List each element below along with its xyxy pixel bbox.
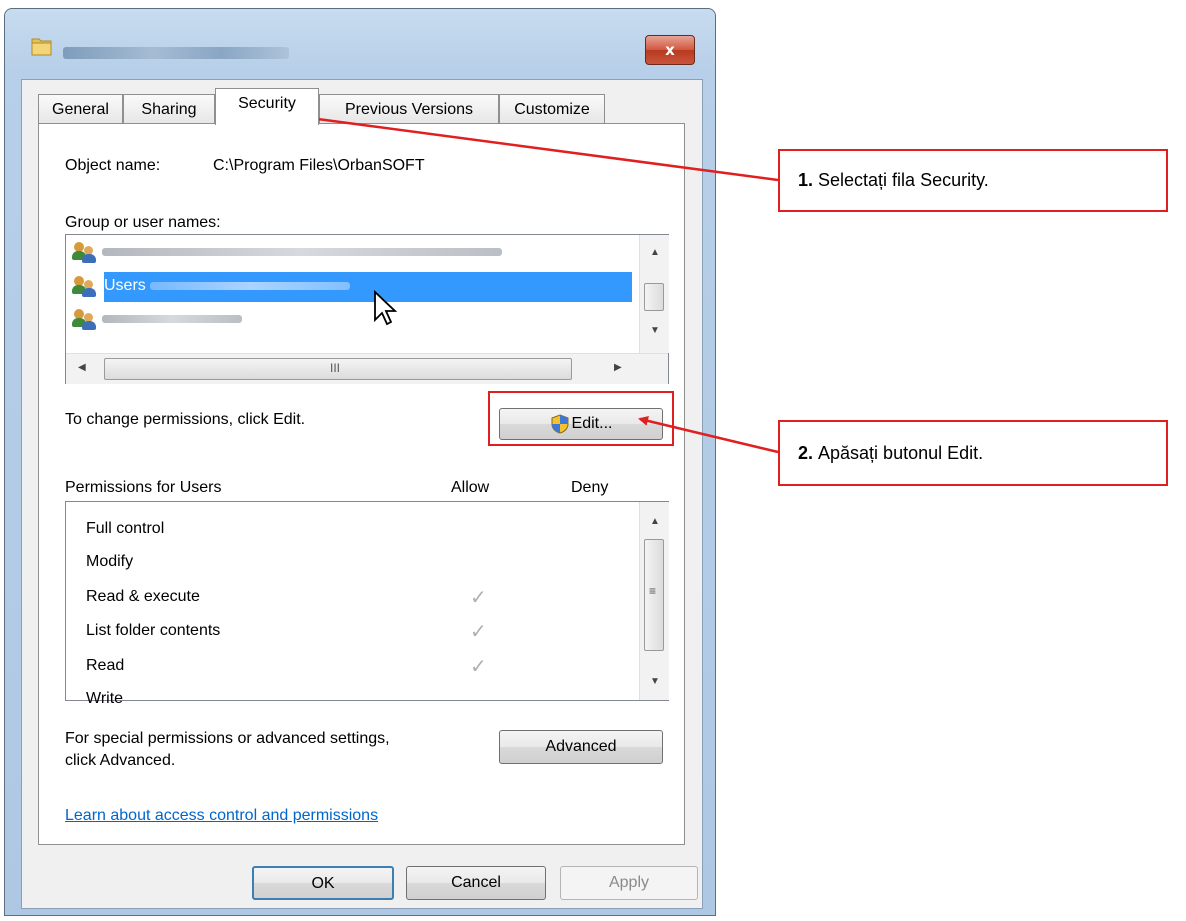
tab-security[interactable]: Security: [215, 88, 319, 125]
arrow-to-security-tab: [308, 114, 779, 182]
arrow-to-edit-button: [638, 415, 779, 454]
annotation-arrows: [308, 114, 779, 454]
